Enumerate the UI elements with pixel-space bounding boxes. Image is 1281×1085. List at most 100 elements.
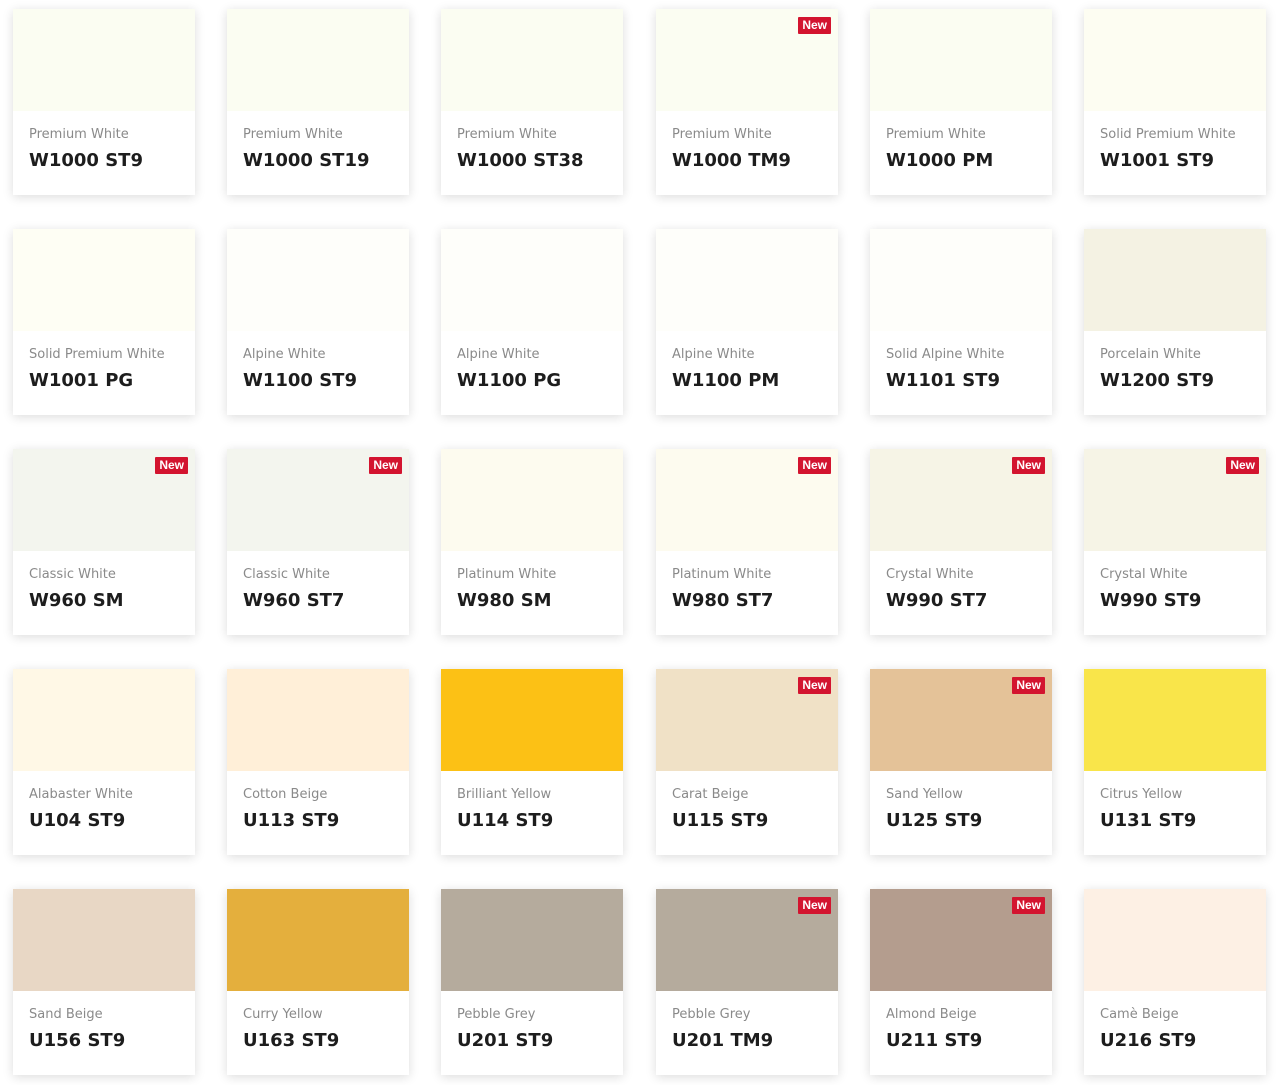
color-card[interactable]: New Carat Beige U115 ST9 xyxy=(656,669,838,855)
new-badge: New xyxy=(1012,457,1045,474)
decor-color-grid: Premium White W1000 ST9 Premium White W1000… xyxy=(0,0,1281,1085)
new-badge: New xyxy=(155,457,188,474)
color-card[interactable]: Alpine White W1100 ST9 xyxy=(227,229,409,415)
decor-code: W1000 ST38 xyxy=(457,150,584,171)
color-swatch: New xyxy=(1084,449,1266,551)
color-card[interactable]: New Sand Yellow U125 ST9 xyxy=(870,669,1052,855)
color-card[interactable]: Alpine White W1100 PM xyxy=(656,229,838,415)
new-badge: New xyxy=(798,17,831,34)
decor-code: W990 ST9 xyxy=(1100,590,1202,611)
decor-code: W960 SM xyxy=(29,590,124,611)
color-card[interactable]: New Almond Beige U211 ST9 xyxy=(870,889,1052,1075)
color-name: Alabaster White xyxy=(29,787,133,802)
decor-code: U163 ST9 xyxy=(243,1030,340,1051)
color-name: Sand Yellow xyxy=(886,787,963,802)
color-name: Pebble Grey xyxy=(672,1007,751,1022)
color-name: Platinum White xyxy=(457,567,557,582)
decor-code: U114 ST9 xyxy=(457,810,554,831)
color-swatch xyxy=(1084,669,1266,771)
decor-code: U201 ST9 xyxy=(457,1030,554,1051)
color-swatch xyxy=(227,229,409,331)
color-card[interactable]: New Crystal White W990 ST7 xyxy=(870,449,1052,635)
color-card[interactable]: Alabaster White U104 ST9 xyxy=(13,669,195,855)
color-swatch xyxy=(441,889,623,991)
color-swatch: New xyxy=(870,669,1052,771)
decor-code: W1000 ST19 xyxy=(243,150,370,171)
color-card[interactable]: New Classic White W960 ST7 xyxy=(227,449,409,635)
color-swatch xyxy=(656,229,838,331)
color-name: Solid Premium White xyxy=(1100,127,1236,142)
new-badge: New xyxy=(798,457,831,474)
color-swatch xyxy=(227,669,409,771)
color-card[interactable]: New Pebble Grey U201 TM9 xyxy=(656,889,838,1075)
color-swatch xyxy=(441,449,623,551)
color-name: Premium White xyxy=(457,127,557,142)
color-name: Porcelain White xyxy=(1100,347,1201,362)
color-swatch: New xyxy=(656,9,838,111)
color-name: Solid Premium White xyxy=(29,347,165,362)
color-name: Sand Beige xyxy=(29,1007,103,1022)
decor-code: W1101 ST9 xyxy=(886,370,1000,391)
decor-code: W960 ST7 xyxy=(243,590,345,611)
decor-code: W1100 ST9 xyxy=(243,370,357,391)
color-swatch xyxy=(441,669,623,771)
color-name: Classic White xyxy=(29,567,116,582)
color-swatch xyxy=(1084,889,1266,991)
new-badge: New xyxy=(798,677,831,694)
decor-code: W980 SM xyxy=(457,590,552,611)
color-card[interactable]: Platinum White W980 SM xyxy=(441,449,623,635)
color-card[interactable]: Premium White W1000 ST19 xyxy=(227,9,409,195)
color-name: Premium White xyxy=(29,127,129,142)
color-card[interactable]: Citrus Yellow U131 ST9 xyxy=(1084,669,1266,855)
color-card[interactable]: Curry Yellow U163 ST9 xyxy=(227,889,409,1075)
decor-code: W1200 ST9 xyxy=(1100,370,1214,391)
decor-code: W1001 PG xyxy=(29,370,134,391)
color-card[interactable]: Cotton Beige U113 ST9 xyxy=(227,669,409,855)
color-card[interactable]: Premium White W1000 PM xyxy=(870,9,1052,195)
decor-code: W1001 ST9 xyxy=(1100,150,1214,171)
color-card[interactable]: Brilliant Yellow U114 ST9 xyxy=(441,669,623,855)
color-card[interactable]: Premium White W1000 ST38 xyxy=(441,9,623,195)
color-card[interactable]: New Crystal White W990 ST9 xyxy=(1084,449,1266,635)
color-swatch: New xyxy=(227,449,409,551)
color-card[interactable]: New Premium White W1000 TM9 xyxy=(656,9,838,195)
decor-code: W1000 ST9 xyxy=(29,150,143,171)
color-card[interactable]: Pebble Grey U201 ST9 xyxy=(441,889,623,1075)
color-card[interactable]: Porcelain White W1200 ST9 xyxy=(1084,229,1266,415)
decor-code: U131 ST9 xyxy=(1100,810,1197,831)
color-name: Camè Beige xyxy=(1100,1007,1179,1022)
color-card[interactable]: New Platinum White W980 ST7 xyxy=(656,449,838,635)
decor-code: U216 ST9 xyxy=(1100,1030,1197,1051)
color-swatch: New xyxy=(870,449,1052,551)
color-swatch xyxy=(441,229,623,331)
color-card[interactable]: Camè Beige U216 ST9 xyxy=(1084,889,1266,1075)
new-badge: New xyxy=(1226,457,1259,474)
new-badge: New xyxy=(1012,897,1045,914)
color-name: Brilliant Yellow xyxy=(457,787,552,802)
color-card[interactable]: Alpine White W1100 PG xyxy=(441,229,623,415)
color-swatch xyxy=(13,9,195,111)
color-swatch xyxy=(870,9,1052,111)
color-card[interactable]: Sand Beige U156 ST9 xyxy=(13,889,195,1075)
decor-code: U156 ST9 xyxy=(29,1030,126,1051)
color-card[interactable]: Solid Premium White W1001 ST9 xyxy=(1084,9,1266,195)
color-name: Alpine White xyxy=(243,347,326,362)
decor-code: W980 ST7 xyxy=(672,590,774,611)
color-name: Alpine White xyxy=(672,347,755,362)
color-swatch xyxy=(227,889,409,991)
color-name: Pebble Grey xyxy=(457,1007,536,1022)
new-badge: New xyxy=(798,897,831,914)
color-card[interactable]: Premium White W1000 ST9 xyxy=(13,9,195,195)
color-name: Cotton Beige xyxy=(243,787,328,802)
decor-code: U201 TM9 xyxy=(672,1030,774,1051)
decor-code: U104 ST9 xyxy=(29,810,126,831)
decor-code: U115 ST9 xyxy=(672,810,769,831)
color-card[interactable]: New Classic White W960 SM xyxy=(13,449,195,635)
decor-code: U113 ST9 xyxy=(243,810,340,831)
color-name: Curry Yellow xyxy=(243,1007,323,1022)
color-name: Alpine White xyxy=(457,347,540,362)
color-card[interactable]: Solid Premium White W1001 PG xyxy=(13,229,195,415)
new-badge: New xyxy=(369,457,402,474)
color-card[interactable]: Solid Alpine White W1101 ST9 xyxy=(870,229,1052,415)
decor-code: W1000 TM9 xyxy=(672,150,791,171)
